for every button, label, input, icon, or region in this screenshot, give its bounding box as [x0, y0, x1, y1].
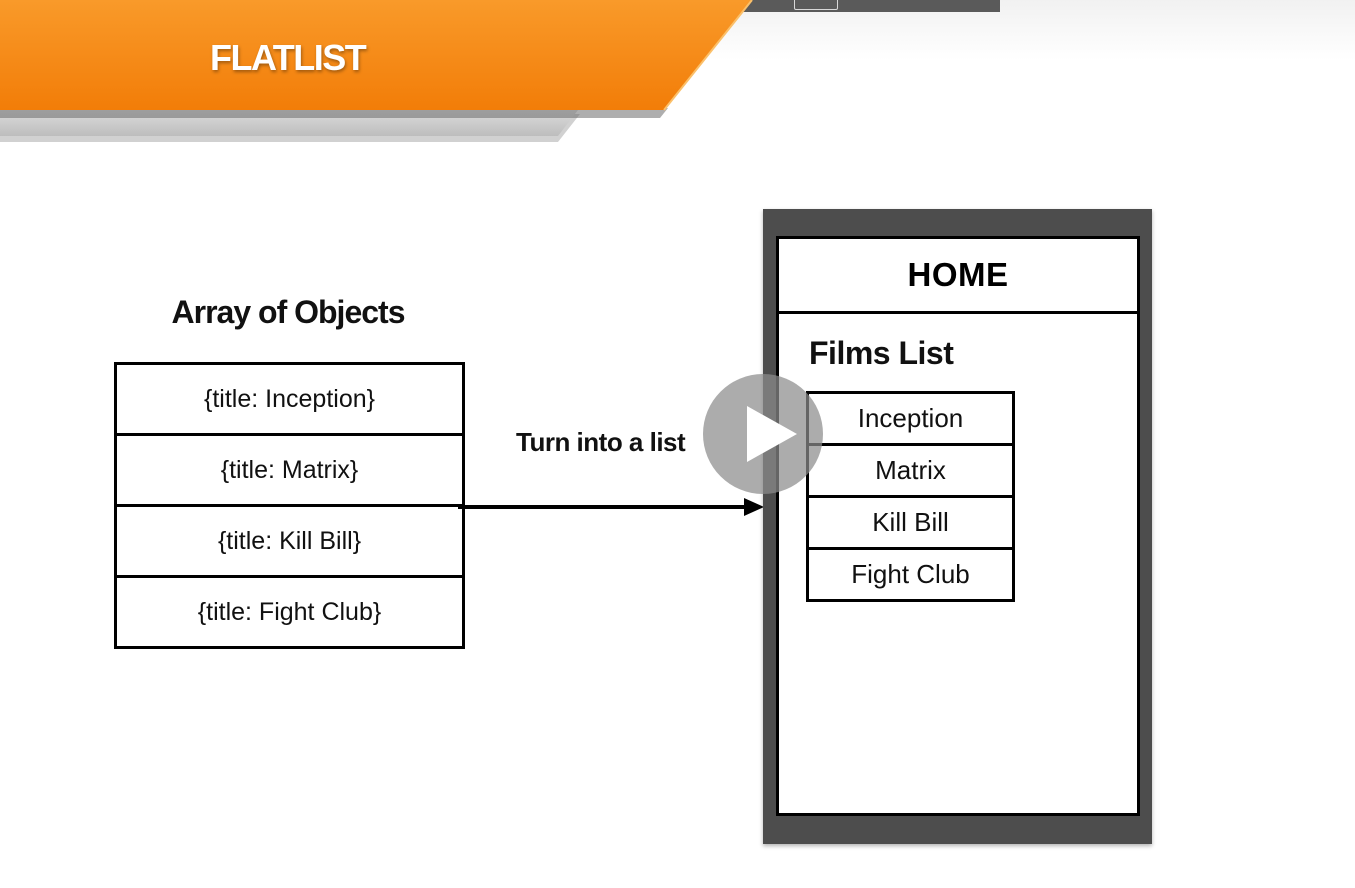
list-item: Fight Club	[851, 559, 970, 589]
phone-screen: HOME Films List Inception Matrix Kill Bi…	[776, 236, 1140, 816]
play-button[interactable]	[703, 374, 823, 494]
array-table: {title: Inception} {title: Matrix} {titl…	[114, 362, 465, 649]
films-list-heading: Films List	[809, 335, 954, 371]
list-item: Inception	[809, 394, 1012, 446]
array-heading: Array of Objects	[171, 294, 406, 330]
array-item: {title: Kill Bill}	[117, 507, 462, 578]
array-item: {title: Matrix}	[117, 436, 462, 507]
array-item: {title: Fight Club}	[197, 597, 382, 626]
arrow-label: Turn into a list	[516, 427, 686, 457]
films-list: Inception Matrix Kill Bill Fight Club	[806, 391, 1015, 602]
arrow-right-icon	[458, 498, 764, 516]
list-item: Kill Bill	[809, 498, 1012, 550]
title-banner	[0, 0, 753, 142]
phone-mockup: HOME Films List Inception Matrix Kill Bi…	[763, 209, 1152, 844]
video-frame: FLATLIST Array of Objects {title: Incept…	[0, 0, 1355, 888]
banner-orange-band	[0, 0, 752, 110]
array-item: {title: Inception}	[117, 365, 462, 436]
play-icon	[747, 406, 797, 462]
slide-title: FLATLIST	[210, 37, 367, 78]
list-item: Matrix	[809, 446, 1012, 498]
phone-header: HOME	[779, 239, 1137, 314]
